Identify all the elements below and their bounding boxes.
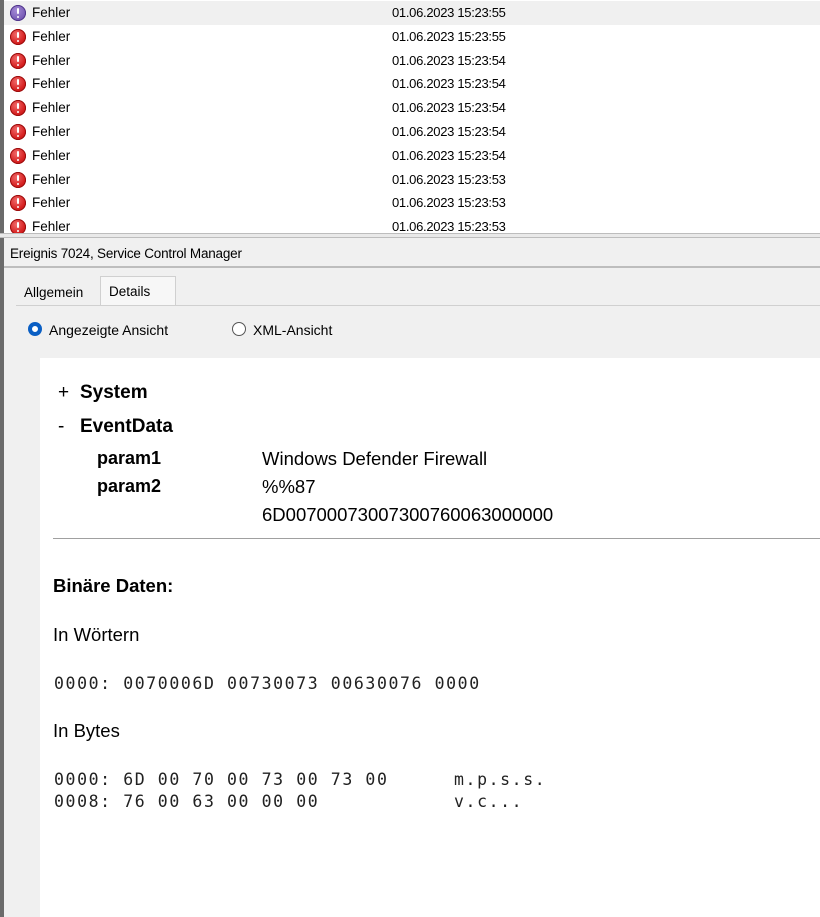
tab-details[interactable]: Details: [100, 276, 176, 306]
error-icon: [10, 76, 26, 93]
param1-name: param1: [97, 448, 162, 468]
event-date: 01.06.2023 15:23:54: [392, 100, 506, 116]
bytes-row-ascii: v.c...: [454, 792, 524, 811]
section-divider: [53, 538, 820, 539]
event-level: Fehler: [32, 5, 71, 20]
event-date: 01.06.2023 15:23:53: [392, 195, 506, 211]
event-level: Fehler: [32, 52, 71, 68]
event-date: 01.06.2023 15:23:55: [392, 28, 506, 44]
collapse-icon[interactable]: -: [58, 416, 80, 438]
event-date: 01.06.2023 15:23:54: [392, 124, 506, 139]
details-content[interactable]: + System - EventData param1 Windows Defend…: [40, 358, 820, 917]
event-detail-title: Ereignis 7024, Service Control Manager: [10, 246, 242, 261]
event-detail-panel: Ereignis 7024, Service Control Manager A…: [0, 238, 820, 917]
event-date: 01.06.2023 15:23:53: [392, 219, 506, 233]
error-icon: [10, 124, 26, 140]
error-icon: [10, 195, 26, 212]
tree-node-system[interactable]: + System: [58, 382, 148, 404]
tree-node-eventdata-label: EventData: [80, 416, 173, 437]
event-level: Fehler: [32, 171, 71, 187]
bytes-row-hex: 0000: 6D 00 70 00 73 00 73 00: [54, 770, 389, 789]
event-list[interactable]: Fehler 01.06.2023 15:23:55 Fehler 01.06.202…: [0, 0, 820, 233]
param2-name: param2: [97, 476, 162, 496]
error-icon: [10, 28, 26, 45]
error-icon: [10, 147, 26, 164]
words-hex: 0000: 0070006D 00730073 00630076 0000: [54, 674, 481, 693]
event-level: Fehler: [32, 100, 71, 116]
event-row[interactable]: Fehler 01.06.2023 15:23:54: [4, 96, 820, 120]
event-date: 01.06.2023 15:23:54: [392, 76, 506, 92]
event-row[interactable]: Fehler 01.06.2023 15:23:55: [4, 1, 820, 25]
tree-node-system-label: System: [80, 382, 148, 403]
event-row[interactable]: Fehler 01.06.2023 15:23:53: [4, 215, 820, 233]
event-row[interactable]: Fehler 01.06.2023 15:23:54: [4, 144, 820, 168]
bytes-label: In Bytes: [53, 720, 120, 741]
tab-general[interactable]: Allgemein: [16, 278, 98, 306]
expand-icon[interactable]: +: [58, 382, 80, 404]
radio-xml-view-label: XML-Ansicht: [253, 322, 333, 338]
event-level: Fehler: [32, 28, 71, 44]
event-level: Fehler: [32, 124, 71, 139]
event-row[interactable]: Fehler 01.06.2023 15:23:53: [4, 168, 820, 192]
error-icon: [10, 171, 26, 188]
event-date: 01.06.2023 15:23:53: [392, 171, 506, 187]
tab-divider: [16, 305, 820, 306]
tree-node-eventdata[interactable]: - EventData: [58, 416, 173, 438]
param1-value: Windows Defender Firewall: [262, 448, 488, 469]
event-level: Fehler: [32, 147, 71, 163]
event-date: 01.06.2023 15:23:54: [392, 52, 506, 68]
event-level: Fehler: [32, 76, 71, 92]
radio-unchecked-icon: [232, 322, 246, 336]
radio-checked-icon: [28, 322, 42, 336]
event-row[interactable]: Fehler 01.06.2023 15:23:53: [4, 191, 820, 215]
error-icon: [10, 5, 26, 21]
event-row[interactable]: Fehler 01.06.2023 15:23:54: [4, 72, 820, 96]
event-date: 01.06.2023 15:23:54: [392, 147, 506, 163]
event-level: Fehler: [32, 195, 71, 211]
event-level: Fehler: [32, 219, 71, 233]
title-divider: [4, 266, 820, 268]
words-label: In Wörtern: [53, 624, 140, 645]
radio-displayed-view-label: Angezeigte Ansicht: [49, 322, 169, 338]
event-date: 01.06.2023 15:23:55: [392, 5, 506, 20]
event-row[interactable]: Fehler 01.06.2023 15:23:54: [4, 120, 820, 144]
param2-extra-value: 6D00700073007300760063000000: [262, 504, 554, 525]
bytes-row-hex: 0008: 76 00 63 00 00 00: [54, 792, 320, 811]
param2-value: %%87: [262, 476, 316, 497]
error-icon: [10, 100, 26, 117]
bytes-row-ascii: m.p.s.s.: [454, 770, 547, 789]
event-row[interactable]: Fehler 01.06.2023 15:23:55: [4, 25, 820, 49]
binary-data-heading: Binäre Daten:: [53, 575, 174, 596]
error-icon: [10, 219, 26, 233]
event-row[interactable]: Fehler 01.06.2023 15:23:54: [4, 49, 820, 73]
error-icon: [10, 52, 26, 69]
